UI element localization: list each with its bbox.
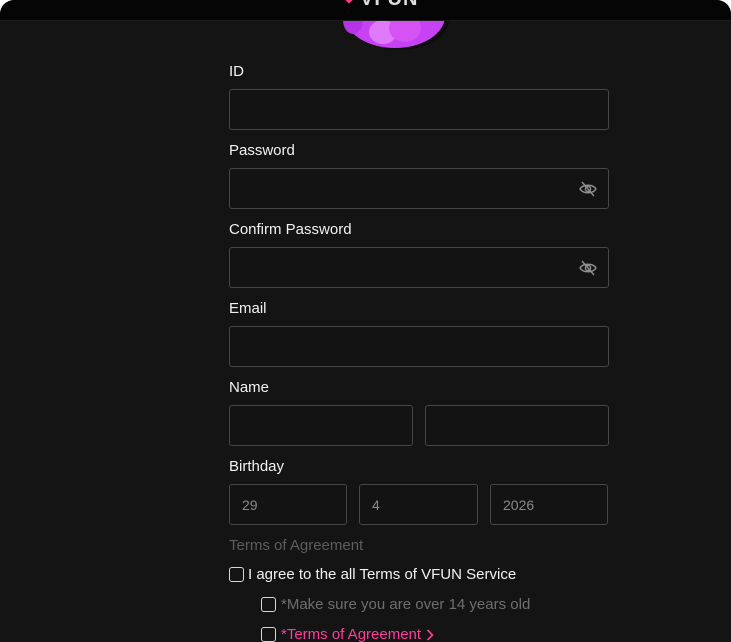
birthday-month-field[interactable] xyxy=(359,484,478,525)
agree-all-label[interactable]: I agree to the all Terms of VFUN Service xyxy=(248,566,516,583)
birthday-label: Birthday xyxy=(229,458,285,475)
first-name-field[interactable] xyxy=(229,405,413,446)
id-input[interactable] xyxy=(230,90,608,129)
terms-row[interactable]: *Terms of Agreement xyxy=(261,626,434,642)
signup-page: VFUN ID Password Confirm Password xyxy=(0,0,731,642)
eye-off-icon[interactable] xyxy=(579,181,597,197)
email-label: Email xyxy=(229,300,267,317)
last-name-field[interactable] xyxy=(425,405,609,446)
id-label: ID xyxy=(229,63,244,80)
email-field[interactable] xyxy=(229,326,609,367)
password-input[interactable] xyxy=(230,169,608,208)
confirm-password-label: Confirm Password xyxy=(229,221,352,238)
logo-mark-icon xyxy=(343,0,355,4)
agree-all-row[interactable]: I agree to the all Terms of VFUN Service xyxy=(229,566,516,583)
id-field[interactable] xyxy=(229,89,609,130)
confirm-password-input[interactable] xyxy=(230,248,608,287)
age-check-label[interactable]: *Make sure you are over 14 years old xyxy=(281,596,530,613)
first-name-input[interactable] xyxy=(230,406,412,445)
confirm-password-field[interactable] xyxy=(229,247,609,288)
birthday-year-field[interactable] xyxy=(490,484,608,525)
name-label: Name xyxy=(229,379,270,396)
password-label: Password xyxy=(229,142,295,159)
age-checkbox[interactable] xyxy=(261,597,276,612)
password-field[interactable] xyxy=(229,168,609,209)
last-name-input[interactable] xyxy=(426,406,608,445)
agree-all-checkbox[interactable] xyxy=(229,567,244,582)
birthday-day-field[interactable] xyxy=(229,484,347,525)
chevron-right-icon[interactable] xyxy=(426,628,434,641)
birthday-year-input[interactable] xyxy=(491,485,607,524)
age-check-row[interactable]: *Make sure you are over 14 years old xyxy=(261,596,530,613)
birthday-day-input[interactable] xyxy=(230,485,346,524)
email-input[interactable] xyxy=(230,327,608,366)
top-header: VFUN xyxy=(0,0,731,21)
terms-link[interactable]: *Terms of Agreement xyxy=(281,626,421,642)
logo-text: VFUN xyxy=(360,0,418,11)
birthday-month-input[interactable] xyxy=(360,485,477,524)
terms-checkbox[interactable] xyxy=(261,627,276,642)
eye-off-icon[interactable] xyxy=(579,260,597,276)
terms-heading: Terms of Agreement xyxy=(229,537,364,554)
